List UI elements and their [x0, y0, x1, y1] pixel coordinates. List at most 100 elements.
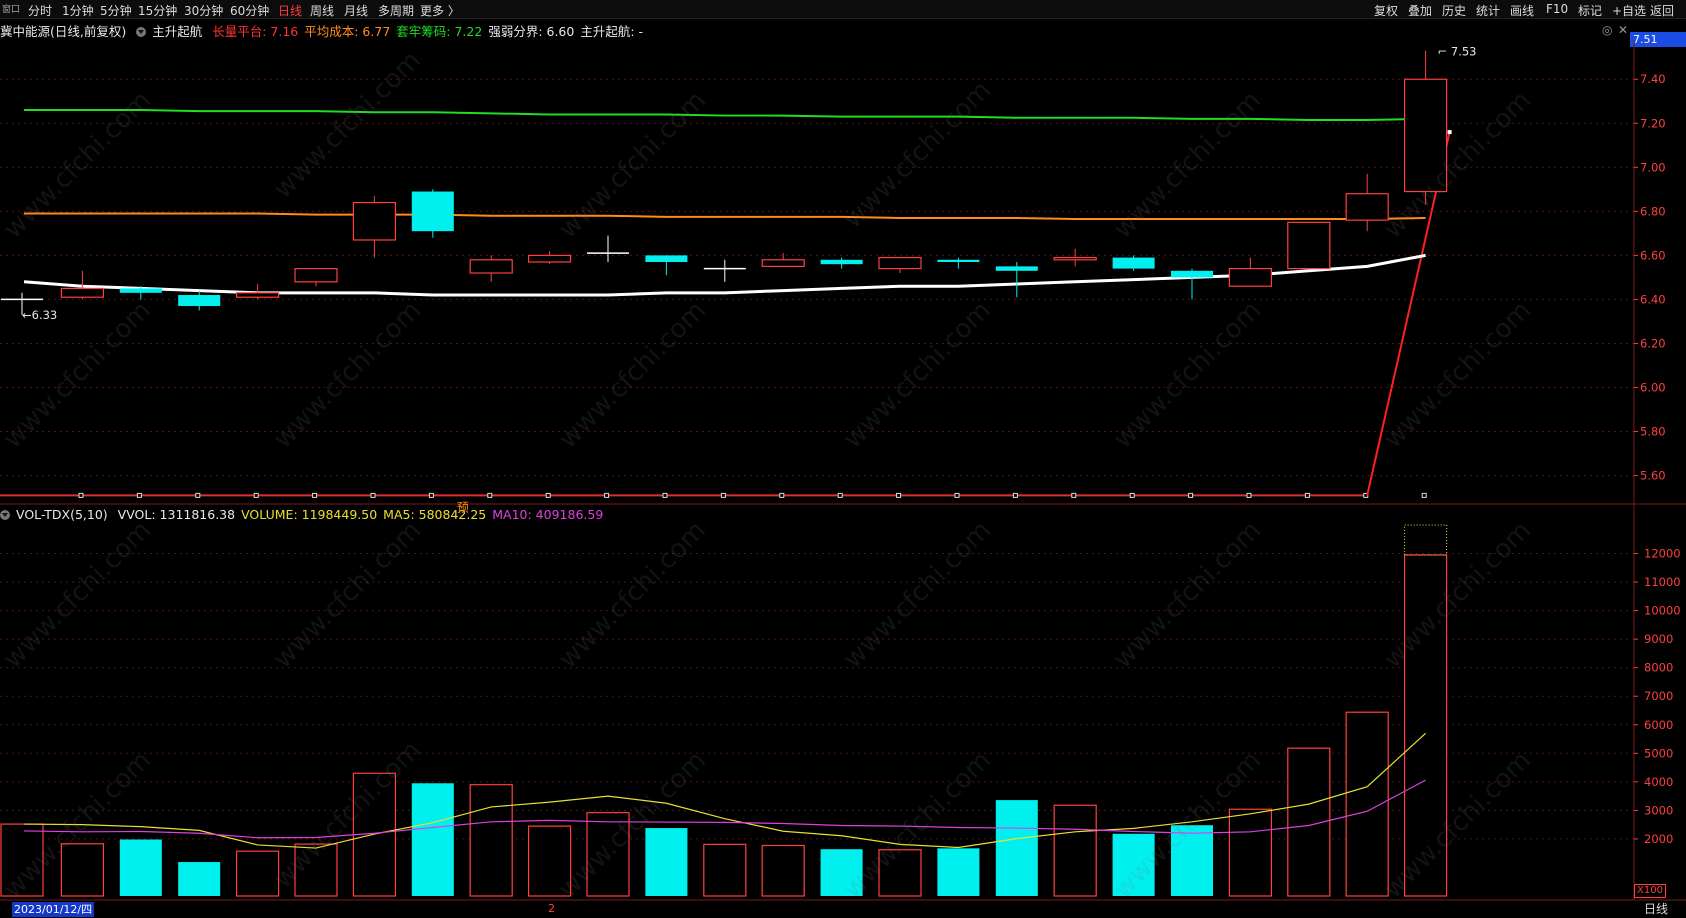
base-marker [545, 492, 551, 498]
price-tick-label: 6.60 [1640, 248, 1666, 262]
volume-bar-down [411, 783, 454, 896]
volume-bar-up [703, 843, 747, 897]
volume-bar-up [1403, 554, 1448, 897]
candle-body-up [878, 256, 922, 270]
volume-bar-down [820, 849, 863, 896]
volume-bar-up [1053, 804, 1097, 897]
volume-bar-up [236, 850, 280, 897]
breakout-marker [1447, 130, 1452, 135]
candlestick-chart[interactable]: 7.40 7.20 7.00 6.80 6.60 6.40 6.20 6.00 5.80 5.60… [0, 0, 1686, 918]
volume-bar-down [178, 862, 221, 896]
volume-bar-up [586, 812, 630, 897]
volume-bar-up [0, 823, 44, 897]
volume-bar-down [119, 839, 162, 896]
price-tick-label: 6.00 [1640, 381, 1666, 395]
volume-tick-label: 4000 [1644, 775, 1673, 789]
volume-tick-label: 12000 [1644, 547, 1681, 561]
candle-body-down [1112, 257, 1155, 269]
candle-body-up [1053, 256, 1097, 261]
base-marker [370, 492, 376, 498]
candle-body-down [995, 266, 1038, 271]
candle-body-down [178, 295, 221, 307]
candle-body-up [352, 201, 396, 241]
volume-bar-up [60, 843, 105, 897]
candle-body-up [527, 254, 572, 263]
cursor-date-label: 2023/01/12/四 [12, 902, 95, 917]
candle-body-up [60, 287, 105, 298]
price-tick-label: 6.20 [1640, 336, 1666, 350]
volume-tick-label: 10000 [1644, 604, 1681, 618]
base-marker [195, 492, 201, 498]
candle-body-down [411, 191, 454, 232]
candle-body-up [236, 292, 280, 298]
candle-body-up [1345, 193, 1389, 221]
candle-body-up [761, 259, 805, 267]
volume-bar-down [1112, 833, 1155, 896]
candle-body-down [1171, 270, 1213, 278]
base-marker [604, 492, 610, 498]
volume-tick-label: 6000 [1644, 718, 1673, 732]
high-price-label: ⌐ 7.53 [1438, 45, 1477, 59]
candle-body-up [294, 267, 338, 283]
candle-body-up [469, 259, 513, 274]
candle-body-down [119, 288, 162, 293]
volume-bar-up [294, 843, 338, 897]
price-tick-label: 5.60 [1640, 469, 1666, 483]
base-marker [662, 492, 668, 498]
candle-body-down [820, 259, 863, 265]
volume-tick-label: 11000 [1644, 575, 1681, 589]
candle-body-up [1228, 267, 1273, 287]
volume-ma5-line [23, 732, 1427, 849]
base-marker [1246, 492, 1252, 498]
candle-body-up [1287, 221, 1331, 270]
bottom-month-marker: 2 [548, 902, 555, 915]
volume-tick-label: 9000 [1644, 632, 1673, 646]
volume-tick-label: 7000 [1644, 689, 1673, 703]
price-tick-label: 7.00 [1640, 160, 1666, 174]
volume-bar-up [469, 784, 513, 897]
volume-bar-down [645, 828, 688, 896]
trapped-chips-line [24, 109, 1426, 121]
volume-bar-up [761, 844, 805, 897]
base-marker [312, 492, 318, 498]
volume-bar-down [995, 800, 1038, 896]
price-tick-label: 7.20 [1640, 116, 1666, 130]
base-marker [720, 492, 726, 498]
base-marker [1188, 492, 1194, 498]
price-tick-label: 7.40 [1640, 72, 1666, 86]
volume-tick-label: 3000 [1644, 803, 1673, 817]
base-marker [428, 492, 434, 498]
candle-body-down [645, 255, 688, 262]
base-marker [1129, 492, 1135, 498]
base-marker [837, 492, 843, 498]
volume-bar-down [1171, 825, 1213, 896]
volume-bar-up [878, 849, 922, 897]
volume-unit-label: X100 [1634, 884, 1666, 898]
base-marker [1012, 492, 1018, 498]
base-marker [253, 492, 259, 498]
volume-tick-label: 2000 [1644, 832, 1673, 846]
volume-tick-label: 5000 [1644, 746, 1673, 760]
average-cost-line [24, 212, 1426, 221]
volume-bar-up [527, 825, 572, 897]
base-marker [896, 492, 902, 498]
base-marker [779, 492, 785, 498]
base-marker [1421, 492, 1427, 498]
base-marker [954, 492, 960, 498]
candle-body-down [937, 259, 980, 262]
base-marker [136, 492, 142, 498]
volume-bar-down [937, 848, 980, 896]
volume-tick-label: 8000 [1644, 661, 1673, 675]
volume-forecast-box [1404, 524, 1448, 556]
low-price-label: ←6.33 [22, 308, 57, 322]
price-tick-label: 5.80 [1640, 425, 1666, 439]
forecast-marker-label: 预 [457, 500, 469, 514]
base-marker [487, 492, 493, 498]
base-marker [1071, 492, 1077, 498]
base-marker [1304, 492, 1310, 498]
volume-ma10-line [23, 779, 1426, 839]
price-tick-label: 6.40 [1640, 292, 1666, 306]
candle-body-up [1403, 78, 1448, 193]
bottom-period-label[interactable]: 日线 [1644, 900, 1668, 917]
price-tick-label: 6.80 [1640, 204, 1666, 218]
